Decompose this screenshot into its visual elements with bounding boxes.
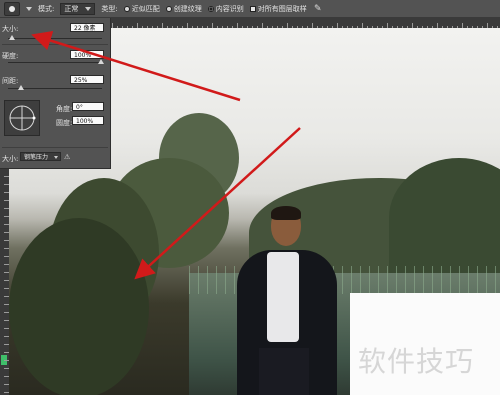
radio-circle[interactable] <box>123 5 130 12</box>
type-label: 类型: <box>101 4 118 13</box>
radio-proximity-match[interactable]: 近似匹配 <box>123 4 160 14</box>
person-hair <box>271 206 301 220</box>
warning-triangle-icon: ⚠ <box>64 153 71 161</box>
radio-label: 内容识别 <box>215 4 244 13</box>
pressure-size-label: 大小: <box>2 155 19 163</box>
hardness-label: 硬度: <box>2 52 19 60</box>
radio-content-aware[interactable]: 内容识别 <box>207 4 244 14</box>
brush-tip-icon <box>9 5 15 12</box>
spacing-slider[interactable] <box>8 85 102 90</box>
slider-handle[interactable] <box>9 35 15 40</box>
roundness-field[interactable]: 100% <box>72 116 104 125</box>
angle-field[interactable]: 0° <box>72 102 104 111</box>
brush-settings-panel: 大小: 22 像素 硬度: 100% 间距: 25% 角度: 0° 圆度: 10… <box>0 18 111 169</box>
radio-create-texture[interactable]: 创建纹理 <box>165 4 202 14</box>
tree <box>9 218 149 395</box>
size-slider[interactable] <box>8 35 102 40</box>
mode-label: 模式: <box>38 4 55 13</box>
slider-handle[interactable] <box>98 59 104 64</box>
mode-select[interactable]: 正常 <box>60 2 96 15</box>
roundness-label: 圆度: <box>56 119 73 127</box>
radio-circle[interactable] <box>165 5 172 12</box>
checkbox-box[interactable] <box>249 5 256 12</box>
divider <box>2 44 108 45</box>
radio-circle-selected[interactable] <box>207 5 214 12</box>
brush-angle-icon[interactable] <box>5 101 39 135</box>
person-shirt <box>267 252 299 342</box>
pressure-select[interactable]: 钢笔压力 <box>20 152 62 161</box>
radio-label: 创建纹理 <box>173 4 202 13</box>
sample-all-layers-checkbox[interactable]: 对所有图层取样 <box>249 4 307 14</box>
watermark-text: 软件技巧 <box>358 345 475 378</box>
spacing-field[interactable]: 25% <box>70 75 104 84</box>
person-legs <box>259 348 309 395</box>
radio-label: 近似匹配 <box>131 4 160 13</box>
spacing-label: 间距: <box>2 77 19 85</box>
checkbox-label: 对所有图层取样 <box>257 4 307 13</box>
hardness-field[interactable]: 100% <box>70 50 104 59</box>
slider-handle[interactable] <box>18 85 24 90</box>
divider <box>2 147 108 148</box>
angle-roundness-control[interactable] <box>4 100 40 136</box>
brush-preset-picker[interactable] <box>4 1 20 16</box>
fence <box>189 266 500 294</box>
options-bar: 模式: 正常 类型: 近似匹配 创建纹理 内容识别 对所有图层取样 ✎ <box>0 0 500 18</box>
size-field[interactable]: 22 像素 <box>70 23 104 32</box>
angle-label: 角度: <box>56 105 73 113</box>
chevron-down-icon[interactable] <box>26 6 32 11</box>
hardness-slider[interactable] <box>8 59 104 64</box>
pressure-brush-icon[interactable]: ✎ <box>313 4 323 14</box>
background-hill <box>389 158 500 278</box>
size-label: 大小: <box>2 25 19 33</box>
